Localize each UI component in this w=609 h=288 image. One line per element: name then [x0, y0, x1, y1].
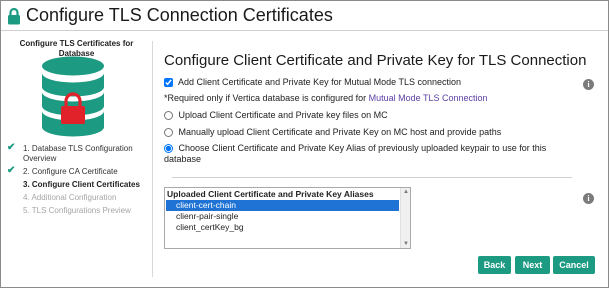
option-manual-upload-row[interactable]: Manually upload Client Certificate and P… [164, 126, 501, 138]
sidebar-divider [152, 41, 153, 277]
option-upload-files-radio[interactable] [164, 111, 173, 120]
cancel-button[interactable]: Cancel [553, 256, 595, 274]
wizard-step-database-tls-overview: ✔ 1. Database TLS Configuration Overview [7, 142, 147, 164]
wizard-step-label: 5. TLS Configurations Preview [23, 206, 131, 215]
option-choose-alias-row[interactable]: Choose Client Certificate and Private Ke… [164, 142, 546, 154]
main-panel: Configure Client Certificate and Private… [164, 32, 604, 287]
add-client-certificate-checkbox-row[interactable]: Add Client Certificate and Private Key f… [164, 76, 461, 88]
scroll-up-arrow-icon[interactable]: ▲ [403, 189, 409, 195]
add-client-certificate-label: Add Client Certificate and Private Key f… [178, 77, 461, 87]
option-upload-files-label: Upload Client Certificate and Private ke… [178, 110, 388, 120]
section-divider [172, 177, 572, 178]
option-manual-upload-label: Manually upload Client Certificate and P… [178, 127, 502, 137]
wizard-sidebar: Configure TLS Certificates for Database … [1, 32, 151, 287]
add-client-certificate-checkbox[interactable] [164, 78, 173, 87]
alias-listbox[interactable]: Uploaded Client Certificate and Private … [164, 187, 411, 249]
required-note: *Required only if Vertica database is co… [164, 92, 488, 104]
check-icon: ✔ [7, 165, 16, 176]
alias-option-client-cert-chain[interactable]: client-cert-chain [166, 200, 399, 211]
wizard-step-label: 1. Database TLS Configuration Overview [23, 144, 133, 163]
option-manual-upload-radio[interactable] [164, 128, 173, 137]
alias-listbox-scrollbar[interactable]: ▲ ▼ [400, 188, 410, 248]
database-lock-icon [42, 56, 104, 137]
option-upload-files-row[interactable]: Upload Client Certificate and Private ke… [164, 109, 388, 121]
wizard-step-label: 3. Configure Client Certificates [23, 180, 140, 189]
page-title: Configure Client Certificate and Private… [164, 52, 587, 69]
required-note-text: *Required only if Vertica database is co… [164, 93, 369, 103]
option-choose-alias-radio[interactable] [164, 144, 173, 153]
wizard-step-additional-configuration: 4. Additional Configuration [7, 193, 147, 203]
dialog-title: Configure TLS Connection Certificates [26, 5, 333, 25]
alias-group-label: Uploaded Client Certificate and Private … [167, 189, 374, 199]
wizard-step-configure-ca-certificate: ✔ 2. Configure CA Certificate [7, 165, 147, 177]
wizard-step-tls-configurations-preview: 5. TLS Configurations Preview [7, 206, 147, 216]
option-choose-alias-label-continued: database [164, 154, 202, 164]
wizard-step-configure-client-certificates: 3. Configure Client Certificates [7, 180, 147, 190]
lock-icon [8, 7, 20, 25]
alias-option-client-certkey-bg[interactable]: client_certKey_bg [166, 222, 399, 233]
alias-option-clienr-pair-single[interactable]: clienr-pair-single [166, 211, 399, 222]
back-button[interactable]: Back [478, 256, 511, 274]
scroll-down-arrow-icon[interactable]: ▼ [403, 241, 409, 247]
info-icon[interactable]: i [583, 193, 594, 204]
wizard-step-label: 2. Configure CA Certificate [23, 167, 118, 176]
option-choose-alias-label: Choose Client Certificate and Private Ke… [178, 143, 547, 153]
wizard-steps: ✔ 1. Database TLS Configuration Overview… [7, 142, 147, 219]
info-icon[interactable]: i [583, 79, 594, 90]
check-icon: ✔ [7, 142, 16, 153]
wizard-step-label: 4. Additional Configuration [23, 193, 117, 202]
tls-certificates-dialog: Configure TLS Connection Certificates Co… [0, 0, 609, 288]
next-button[interactable]: Next [515, 256, 550, 274]
dialog-titlebar: Configure TLS Connection Certificates [1, 1, 608, 31]
mutual-mode-tls-link[interactable]: Mutual Mode TLS Connection [369, 93, 488, 103]
